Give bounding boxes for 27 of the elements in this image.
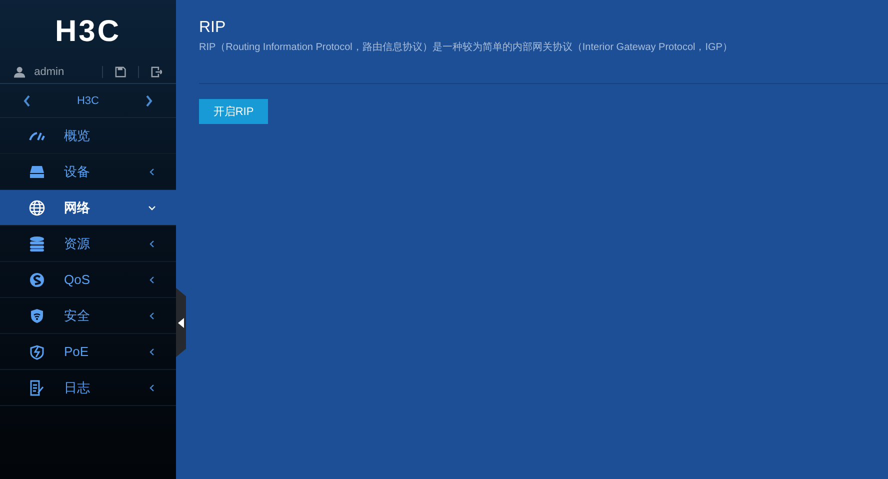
chevron-icon <box>148 312 156 320</box>
menu-item[interactable]: 网络 <box>0 190 176 226</box>
menu-item[interactable]: QoS <box>0 262 176 298</box>
shield-wifi-icon <box>29 308 45 324</box>
logo: H3C <box>54 14 122 50</box>
menu-item[interactable]: 资源 <box>0 226 176 262</box>
username: admin <box>34 66 66 78</box>
drive-icon <box>29 164 45 180</box>
chevron-icon <box>148 168 156 176</box>
lightning-shield-icon <box>29 344 45 360</box>
next-icon[interactable] <box>144 94 153 106</box>
chevron-icon <box>148 204 156 212</box>
chevron-icon <box>148 348 156 356</box>
chevron-icon <box>148 276 156 284</box>
chevron-icon <box>148 384 156 392</box>
globe-icon <box>29 200 45 216</box>
page-title: RIP <box>199 19 227 37</box>
database-icon <box>29 236 45 252</box>
save-icon[interactable] <box>114 66 126 78</box>
previous-icon[interactable] <box>23 94 31 106</box>
device-name: H3C <box>76 94 99 106</box>
chevron-icon <box>148 240 156 248</box>
left-triangle-icon <box>178 318 184 328</box>
document-pen-icon <box>29 380 45 396</box>
logout-icon[interactable] <box>150 66 162 78</box>
page-description: RIP（Routing Information Protocol，路由信息协议）是一种较为简单的内部网关协议（Interior Gateway Protocol，IGP） <box>199 40 734 54</box>
user-icon <box>14 66 26 78</box>
